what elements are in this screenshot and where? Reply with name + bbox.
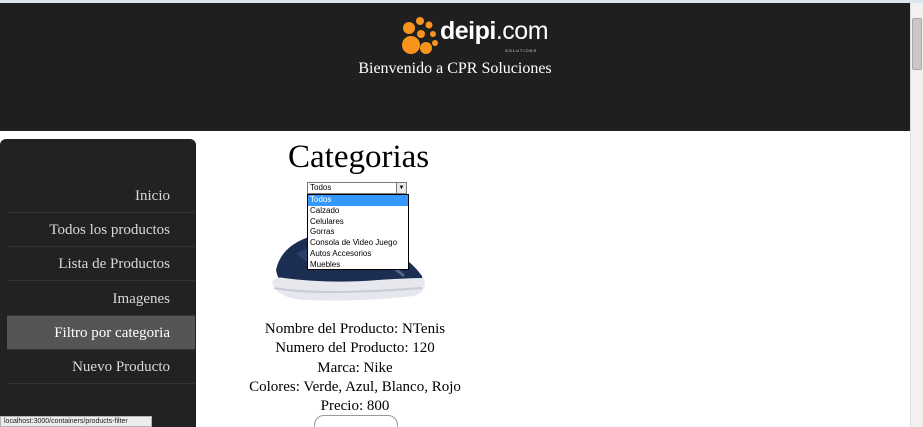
category-option-celulares[interactable]: Celulares [308,217,408,228]
sidebar-item-lista-productos[interactable]: Lista de Productos [7,247,195,281]
product-price: Precio: 800 [320,398,390,415]
category-select[interactable]: Todos ▼ [307,182,407,194]
welcome-text: Bienvenido a CPR Soluciones [358,60,552,77]
sidebar-nav: Inicio Todos los productos Lista de Prod… [0,139,196,427]
category-select-value: Todos [310,183,332,192]
product-number: Numero del Producto: 120 [275,340,435,357]
deipi-logo[interactable]: deipi.com SOLUTIONS [400,15,549,61]
page-title: Categorias [288,139,430,175]
category-option-autos[interactable]: Autos Accesorios [308,249,408,260]
chevron-down-icon[interactable]: ▼ [396,183,406,193]
logo-wordmark: deipi.com [440,17,549,46]
scrollbar-thumb[interactable] [912,18,922,70]
product-action-button[interactable] [314,415,398,427]
product-details: Nombre del Producto: NTenis Numero del P… [230,320,480,416]
category-option-calzado[interactable]: Calzado [308,206,408,217]
category-option-gorras[interactable]: Gorras [308,227,408,238]
browser-status-bar: localhost:3000/containers/products-filte… [0,416,152,427]
product-brand: Marca: Nike [317,359,393,376]
logo-subtitle: SOLUTIONS [505,48,538,53]
sidebar-item-todos-productos[interactable]: Todos los productos [7,213,195,247]
product-colors: Colores: Verde, Azul, Blanco, Rojo [249,378,461,395]
logo-dots-icon [402,17,438,54]
product-name: Nombre del Producto: NTenis [264,321,446,337]
category-option-todos[interactable]: Todos [308,195,408,206]
category-dropdown-list: Todos Calzado Celulares Gorras Consola d… [307,194,409,270]
sidebar-item-inicio[interactable]: Inicio [7,179,195,213]
logo-domain: .com [495,17,549,45]
category-option-muebles[interactable]: Muebles [308,260,408,271]
site-header: deipi.com SOLUTIONS Bienvenido a CPR Sol… [0,3,910,131]
sidebar-item-nuevo-producto[interactable]: Nuevo Producto [7,350,195,384]
page-scrollbar[interactable] [910,3,923,427]
sidebar-item-imagenes[interactable]: Imagenes [7,282,195,316]
sidebar-item-filtro-categoria[interactable]: Filtro por categoria [7,316,195,350]
logo-brand: deipi [440,17,496,45]
category-option-consola[interactable]: Consola de Video Juego [308,238,408,249]
